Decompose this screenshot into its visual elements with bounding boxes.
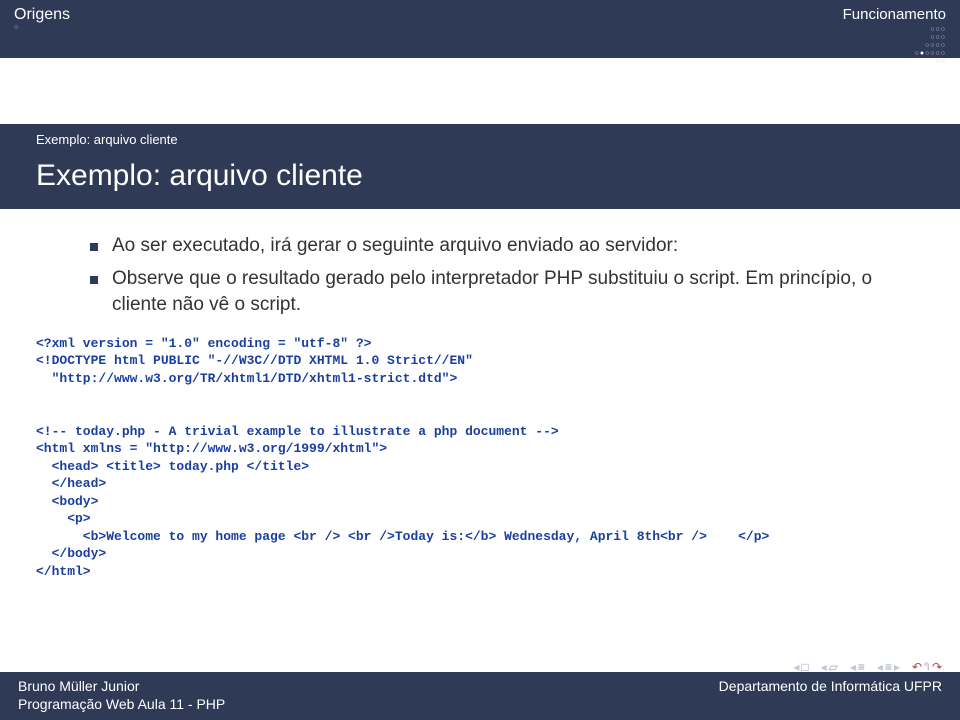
footer-course: Programação Web Aula 11 - PHP xyxy=(18,696,225,712)
code-line: <!-- today.php - A trivial example to il… xyxy=(36,424,559,439)
code-listing: <?xml version = "1.0" encoding = "utf-8"… xyxy=(0,325,960,581)
bullet-item: Ao ser executado, irá gerar o seguinte a… xyxy=(90,233,924,260)
code-line: <p> xyxy=(36,511,91,526)
footer-department: Departamento de Informática UFPR xyxy=(719,678,942,694)
slide-body: Ao ser executado, irá gerar o seguinte a… xyxy=(0,209,960,319)
code-line: "http://www.w3.org/TR/xhtml1/DTD/xhtml1-… xyxy=(36,371,457,386)
code-line: </head> xyxy=(36,476,106,491)
slide-title: Exemplo: arquivo cliente xyxy=(0,151,960,209)
code-line: <b>Welcome to my home page <br /> <br />… xyxy=(36,529,769,544)
bullet-square-icon xyxy=(90,276,98,284)
footer-bar: Bruno Müller Junior Departamento de Info… xyxy=(0,672,960,720)
section-label: Exemplo: arquivo cliente xyxy=(0,124,960,151)
code-line: </body> xyxy=(36,546,106,561)
bullet-text: Ao ser executado, irá gerar o seguinte a… xyxy=(112,233,678,260)
code-line: <head> <title> today.php </title> xyxy=(36,459,309,474)
nav-section-origens[interactable]: Origens ○ xyxy=(14,6,70,58)
code-line: <body> xyxy=(36,494,98,509)
nav-section-funcionamento[interactable]: Funcionamento ○○○ ○○○ ○○○○ ○●○○○○ ○○ xyxy=(843,6,946,58)
bullet-text: Observe que o resultado gerado pelo inte… xyxy=(112,266,924,319)
code-line: <!DOCTYPE html PUBLIC "-//W3C//DTD XHTML… xyxy=(36,353,473,368)
bullet-square-icon xyxy=(90,243,98,251)
nav-left-label: Origens xyxy=(14,6,70,24)
footer-author: Bruno Müller Junior xyxy=(18,678,139,694)
bullet-item: Observe que o resultado gerado pelo inte… xyxy=(90,266,924,319)
code-line: <?xml version = "1.0" encoding = "utf-8"… xyxy=(36,336,371,351)
progress-dots-right: ○○○ ○○○ ○○○○ ○●○○○○ ○○ xyxy=(843,26,946,66)
progress-dots-left: ○ xyxy=(14,24,70,31)
top-navbar: Origens ○ Funcionamento ○○○ ○○○ ○○○○ ○●○… xyxy=(0,0,960,58)
nav-right-label: Funcionamento xyxy=(843,6,946,23)
code-line: <html xmlns = "http://www.w3.org/1999/xh… xyxy=(36,441,387,456)
code-line: </html> xyxy=(36,564,91,579)
